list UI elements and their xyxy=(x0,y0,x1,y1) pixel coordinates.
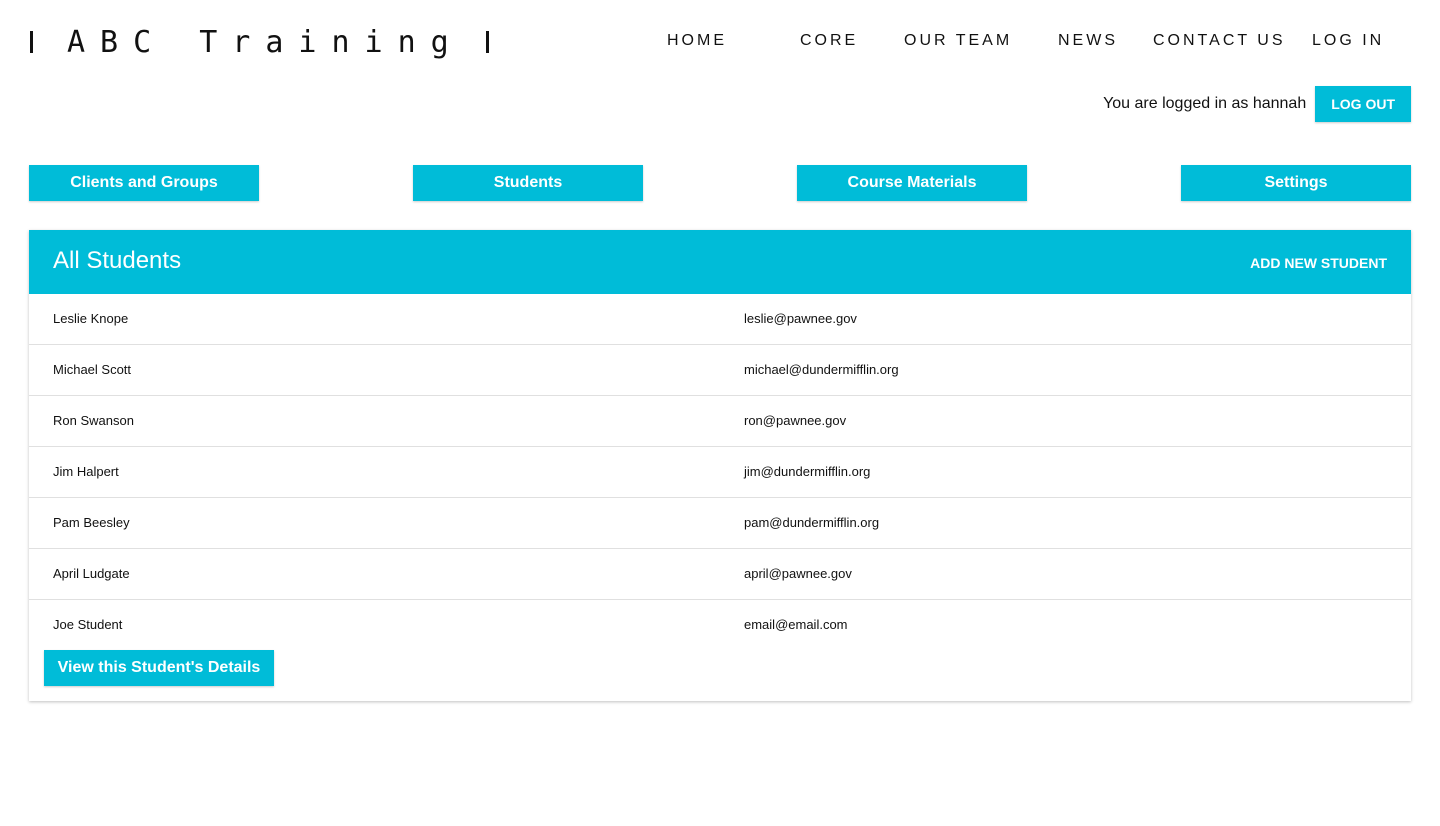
student-row[interactable]: Leslie Knope leslie@pawnee.gov xyxy=(29,294,1411,345)
tab-clients-and-groups[interactable]: Clients and Groups xyxy=(29,165,259,201)
student-list: Leslie Knope leslie@pawnee.gov Michael S… xyxy=(29,294,1411,651)
student-name: Michael Scott xyxy=(53,362,132,377)
student-row[interactable]: Ron Swanson ron@pawnee.gov xyxy=(29,396,1411,447)
student-email: leslie@pawnee.gov xyxy=(744,311,857,326)
student-email: michael@dundermifflin.org xyxy=(744,362,899,377)
student-email: pam@dundermifflin.org xyxy=(744,515,880,530)
view-student-details-button[interactable]: View this Student's Details xyxy=(44,650,274,686)
student-name: Leslie Knope xyxy=(53,311,129,326)
nav-news[interactable]: NEWS xyxy=(1058,32,1118,50)
student-row[interactable]: April Ludgate april@pawnee.gov xyxy=(29,549,1411,600)
card-title: All Students xyxy=(53,247,182,274)
student-email: april@pawnee.gov xyxy=(744,566,852,581)
student-name: Ron Swanson xyxy=(53,413,134,428)
tab-course-materials[interactable]: Course Materials xyxy=(797,165,1027,201)
student-row[interactable]: Pam Beesley pam@dundermifflin.org xyxy=(29,498,1411,549)
section-tabs: Clients and Groups Students Course Mater… xyxy=(29,165,1411,201)
student-row[interactable]: Joe Student email@email.com xyxy=(29,600,1411,651)
top-header: ABC Training HOME CORE OUR TEAM NEWS CON… xyxy=(0,0,1440,84)
student-name: April Ludgate xyxy=(53,566,130,581)
student-row[interactable]: Jim Halpert jim@dundermifflin.org xyxy=(29,447,1411,498)
students-card: All Students ADD NEW STUDENT Leslie Knop… xyxy=(29,230,1411,701)
nav-core[interactable]: CORE xyxy=(800,32,858,50)
nav-log-in[interactable]: LOG IN xyxy=(1312,32,1384,50)
student-name: Joe Student xyxy=(53,617,123,632)
tab-settings[interactable]: Settings xyxy=(1181,165,1411,201)
student-name: Pam Beesley xyxy=(53,515,130,530)
main-nav: HOME CORE OUR TEAM NEWS CONTACT US LOG I… xyxy=(0,32,1440,54)
student-email: jim@dundermifflin.org xyxy=(744,464,871,479)
student-row[interactable]: Michael Scott michael@dundermifflin.org xyxy=(29,345,1411,396)
nav-our-team[interactable]: OUR TEAM xyxy=(904,32,1012,50)
student-name: Jim Halpert xyxy=(53,464,119,479)
logout-button[interactable]: LOG OUT xyxy=(1315,86,1411,122)
nav-contact-us[interactable]: CONTACT US xyxy=(1153,32,1286,50)
tab-students[interactable]: Students xyxy=(413,165,643,201)
card-header: All Students ADD NEW STUDENT xyxy=(29,230,1411,294)
student-email: email@email.com xyxy=(744,617,848,632)
add-new-student-button[interactable]: ADD NEW STUDENT xyxy=(1250,255,1387,271)
student-email: ron@pawnee.gov xyxy=(744,413,847,428)
session-bar: You are logged in as hannah LOG OUT xyxy=(1103,86,1411,122)
nav-home[interactable]: HOME xyxy=(667,32,727,50)
logged-in-text: You are logged in as hannah xyxy=(1103,95,1307,112)
